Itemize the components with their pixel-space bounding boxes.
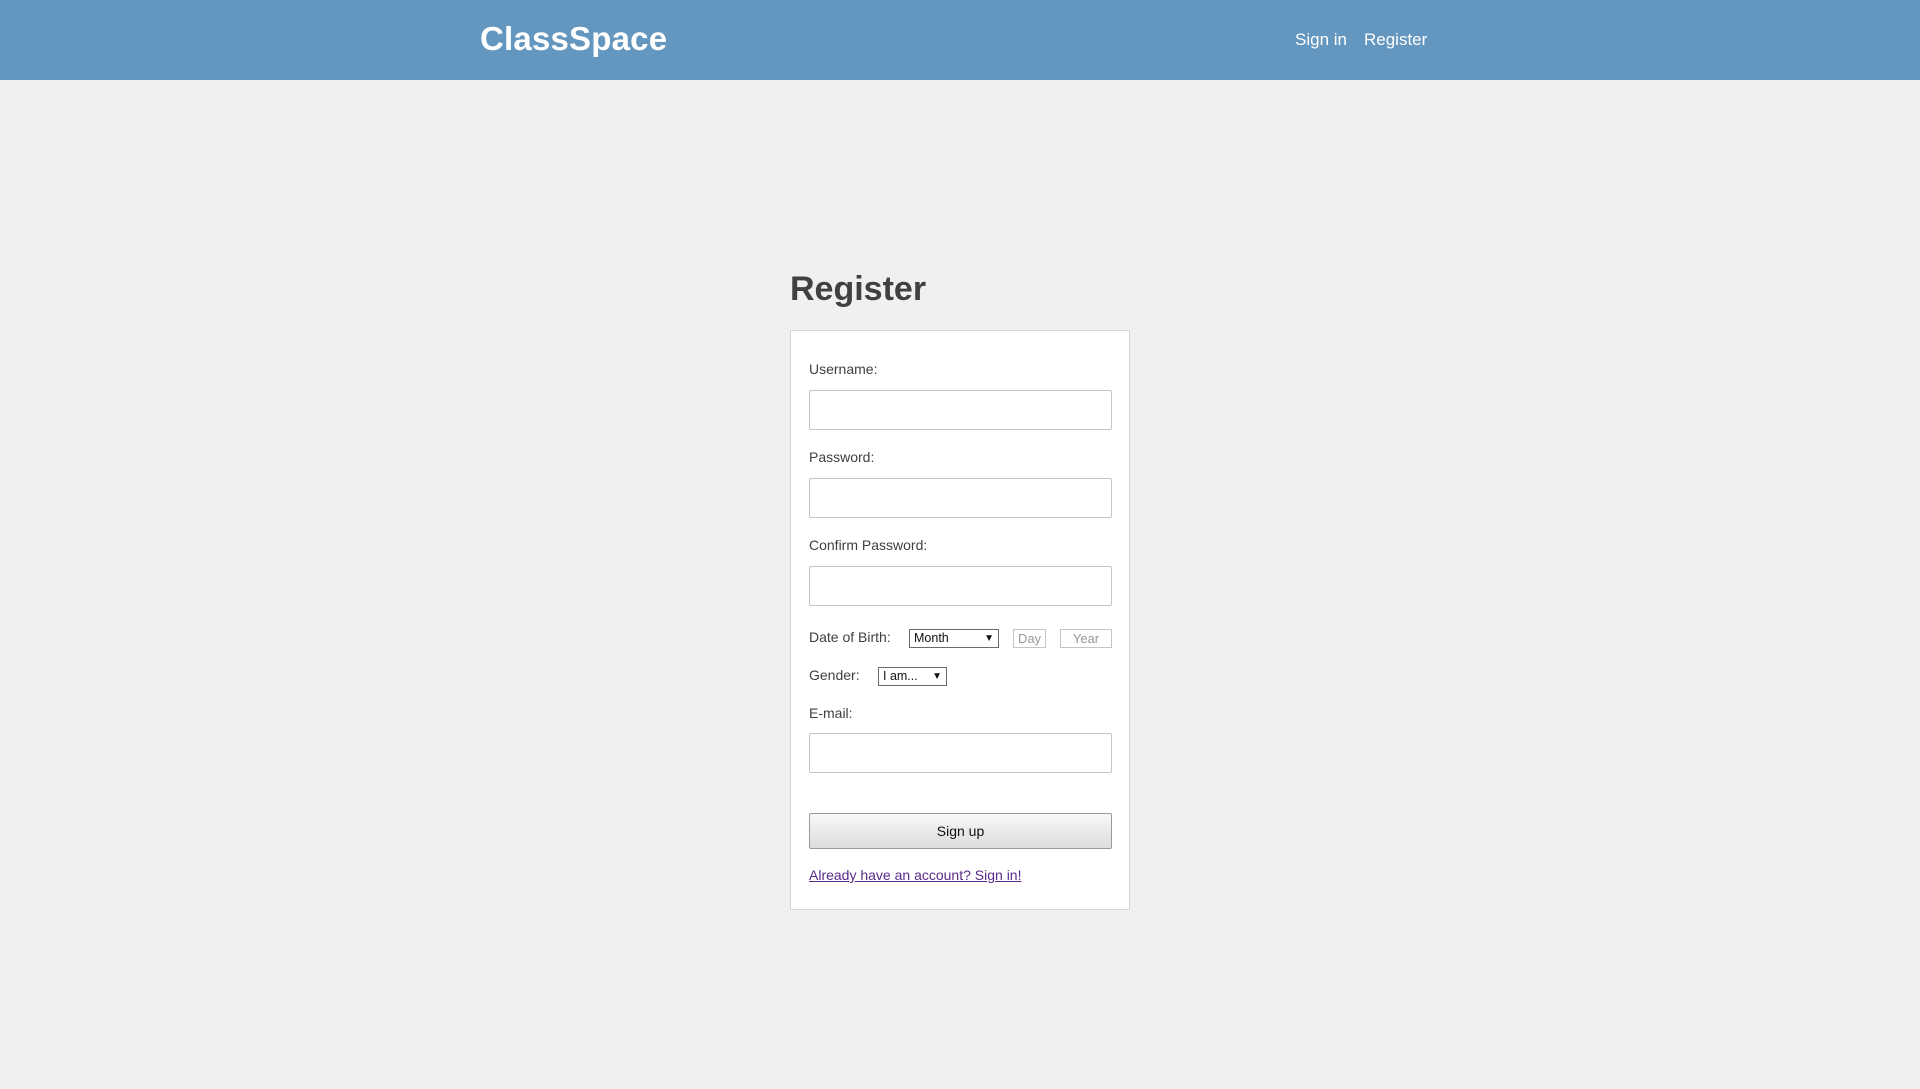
sign-up-button[interactable]: Sign up bbox=[809, 813, 1112, 849]
gender-label: Gender: bbox=[809, 667, 860, 683]
confirm-password-input[interactable] bbox=[809, 566, 1112, 606]
brand-logo[interactable]: ClassSpace bbox=[480, 20, 667, 58]
password-label: Password: bbox=[809, 449, 875, 465]
email-label: E-mail: bbox=[809, 705, 853, 721]
chevron-down-icon: ▼ bbox=[984, 633, 994, 644]
dob-label: Date of Birth: bbox=[809, 629, 891, 645]
username-label: Username: bbox=[809, 361, 878, 377]
nav-register-link[interactable]: Register bbox=[1364, 30, 1427, 50]
email-input[interactable] bbox=[809, 733, 1112, 773]
register-form-card: Username: Password: Confirm Password: Da… bbox=[790, 330, 1130, 910]
dob-year-input[interactable] bbox=[1060, 629, 1112, 648]
page-title: Register bbox=[790, 270, 927, 308]
dob-day-input[interactable] bbox=[1013, 629, 1046, 648]
chevron-down-icon: ▼ bbox=[932, 671, 942, 682]
password-input[interactable] bbox=[809, 478, 1112, 518]
top-navbar: ClassSpace Sign in Register bbox=[0, 0, 1920, 80]
gender-select[interactable]: I am... ▼ bbox=[878, 667, 947, 686]
dob-month-select[interactable]: Month ▼ bbox=[909, 629, 999, 648]
nav-sign-in-link[interactable]: Sign in bbox=[1295, 30, 1347, 50]
confirm-password-label: Confirm Password: bbox=[809, 537, 928, 553]
gender-value: I am... bbox=[883, 669, 918, 683]
dob-month-value: Month bbox=[914, 631, 949, 645]
username-input[interactable] bbox=[809, 390, 1112, 430]
sign-in-link[interactable]: Already have an account? Sign in! bbox=[809, 867, 1021, 883]
